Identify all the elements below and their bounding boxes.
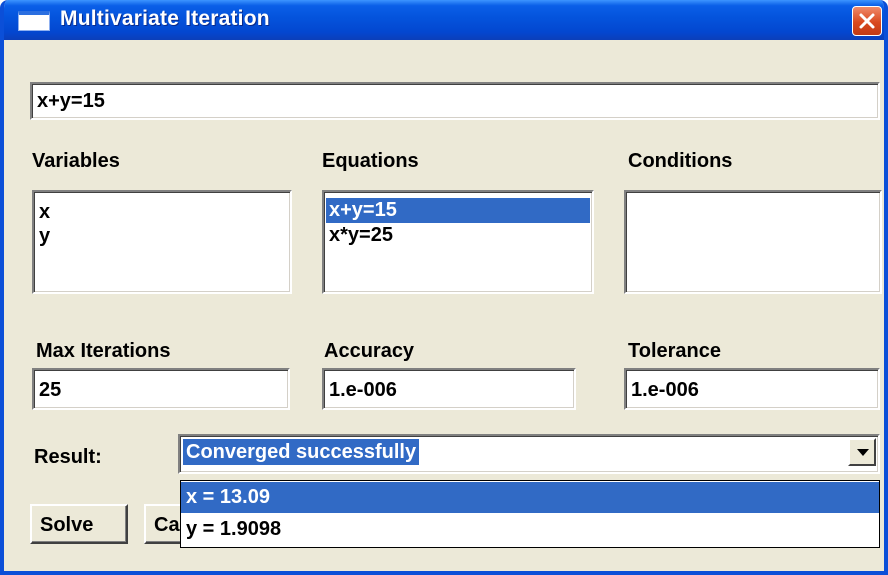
solve-button[interactable]: Solve	[30, 504, 128, 544]
tolerance-label: Tolerance	[628, 340, 721, 362]
title-bar[interactable]: Multivariate Iteration	[4, 0, 884, 40]
close-icon	[859, 13, 875, 29]
list-item[interactable]: y	[36, 224, 288, 249]
conditions-label: Conditions	[628, 150, 733, 172]
equation-input-value: x+y=15	[37, 90, 105, 112]
dropdown-option-y[interactable]: y = 1.9098	[181, 514, 879, 545]
result-label: Result:	[34, 446, 102, 468]
window-title: Multivariate Iteration	[60, 7, 270, 30]
list-item[interactable]: x*y=25	[326, 223, 590, 248]
close-button[interactable]	[852, 6, 882, 36]
variables-label: Variables	[32, 150, 120, 172]
equations-list[interactable]: x+y=15 x*y=25	[322, 190, 594, 294]
dialog-window: Multivariate Iteration x+y=15 Variables …	[0, 0, 888, 575]
accuracy-label: Accuracy	[324, 340, 415, 362]
window-icon	[18, 11, 50, 31]
result-dropdown-list[interactable]: x = 13.09 y = 1.9098	[180, 480, 880, 548]
list-item-selected[interactable]: x+y=15	[326, 198, 590, 223]
tolerance-field[interactable]: 1.e-006	[624, 368, 880, 410]
chevron-down-icon	[857, 449, 869, 456]
variables-list[interactable]: x y	[32, 190, 292, 294]
tolerance-value: 1.e-006	[631, 379, 699, 401]
solve-button-label: Solve	[40, 514, 94, 536]
dropdown-button[interactable]	[848, 438, 876, 466]
max-iterations-value: 25	[39, 379, 62, 401]
equation-input[interactable]: x+y=15	[30, 82, 880, 120]
cancel-button-label: Ca	[154, 514, 180, 536]
accuracy-field[interactable]: 1.e-006	[322, 368, 576, 410]
result-selected-value: Converged successfully	[183, 439, 420, 465]
result-combobox[interactable]: Converged successfully	[178, 434, 880, 474]
max-iterations-label: Max Iterations	[36, 340, 171, 362]
list-item[interactable]: x	[36, 200, 288, 225]
equations-label: Equations	[322, 150, 419, 172]
conditions-list[interactable]	[624, 190, 882, 294]
max-iterations-field[interactable]: 25	[32, 368, 290, 410]
dropdown-option-x[interactable]: x = 13.09	[181, 482, 879, 513]
accuracy-value: 1.e-006	[329, 379, 397, 401]
